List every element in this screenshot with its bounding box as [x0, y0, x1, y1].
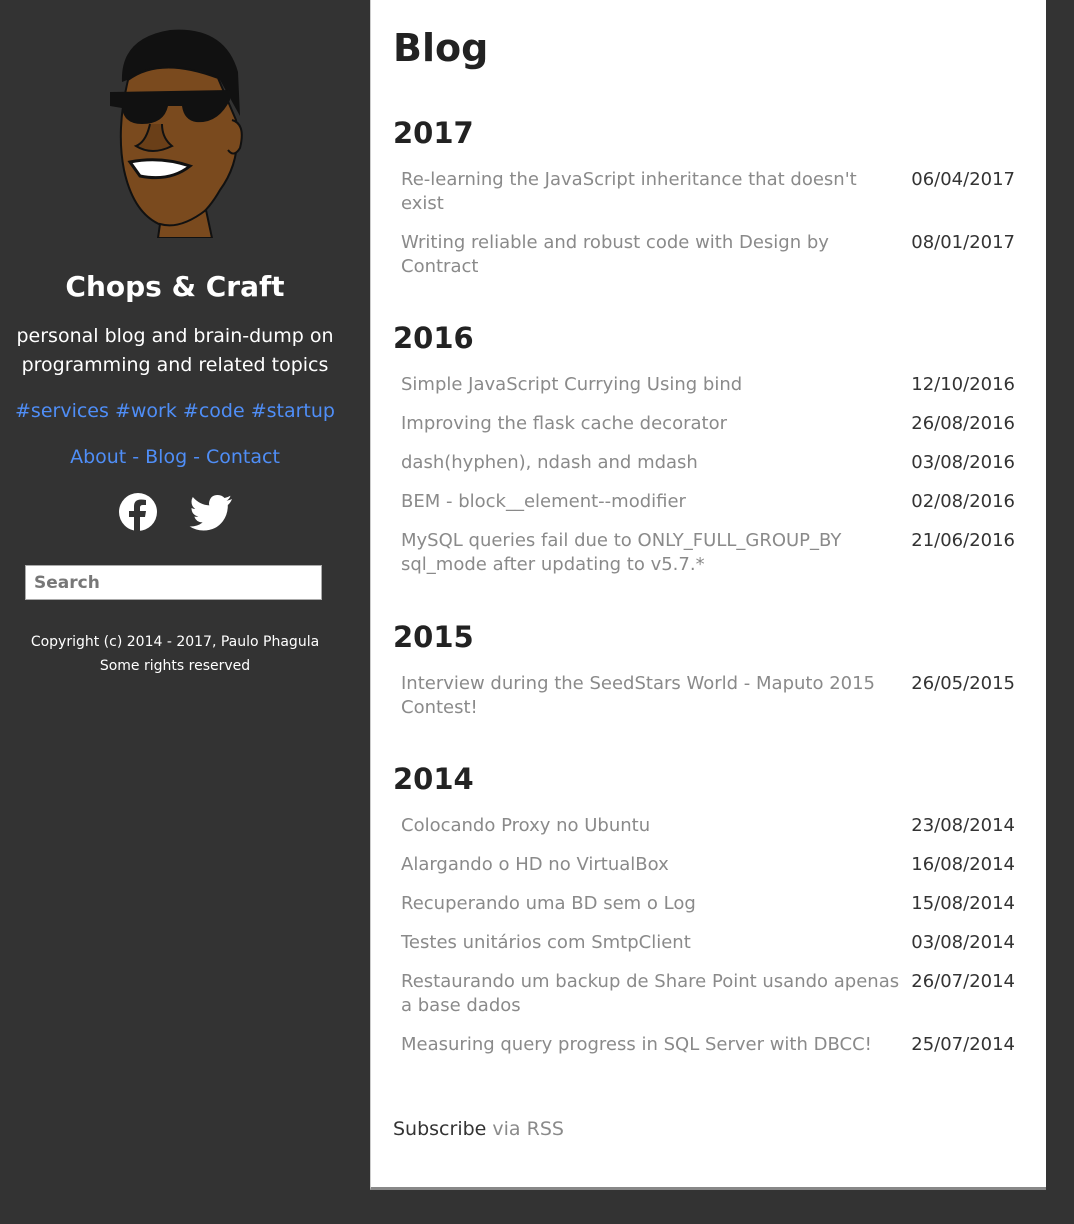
post-row: MySQL queries fail due to ONLY_FULL_GROU…	[393, 529, 1023, 577]
post-title-link[interactable]: Re-learning the JavaScript inheritance t…	[401, 168, 901, 216]
post-title-link[interactable]: dash(hyphen), ndash and mdash	[401, 451, 901, 475]
post-date: 08/01/2017	[911, 232, 1015, 253]
copyright: Copyright (c) 2014 - 2017, Paulo Phagula…	[0, 630, 350, 678]
post-title-link[interactable]: Simple JavaScript Currying Using bind	[401, 373, 901, 397]
post-date: 26/05/2015	[911, 673, 1015, 694]
post-date: 03/08/2016	[911, 452, 1015, 473]
sidebar: Chops & Craft personal blog and brain-du…	[0, 0, 350, 1224]
post-row: Alargando o HD no VirtualBox 16/08/2014	[393, 853, 1023, 877]
post-date: 02/08/2016	[911, 491, 1015, 512]
post-title-link[interactable]: BEM - block__element--modifier	[401, 490, 901, 514]
search-input[interactable]	[25, 565, 322, 600]
post-row: Simple JavaScript Currying Using bind 12…	[393, 373, 1023, 397]
post-row: Testes unitários com SmtpClient 03/08/20…	[393, 931, 1023, 955]
page-title: Blog	[393, 26, 489, 70]
tag-work[interactable]: #work	[115, 400, 177, 422]
post-title-link[interactable]: Alargando o HD no VirtualBox	[401, 853, 901, 877]
nav-blog-link[interactable]: Blog	[145, 446, 187, 468]
post-date: 16/08/2014	[911, 854, 1015, 875]
post-title-link[interactable]: MySQL queries fail due to ONLY_FULL_GROU…	[401, 529, 901, 577]
sidebar-nav: About - Blog - Contact	[0, 446, 350, 468]
year-section-2017: 2017 Re-learning the JavaScript inherita…	[393, 116, 1023, 294]
post-row: Restaurando um backup de Share Point usa…	[393, 970, 1023, 1018]
post-row: dash(hyphen), ndash and mdash 03/08/2016	[393, 451, 1023, 475]
post-row: Recuperando uma BD sem o Log 15/08/2014	[393, 892, 1023, 916]
post-row: Measuring query progress in SQL Server w…	[393, 1033, 1023, 1057]
year-heading: 2017	[393, 116, 474, 150]
site-tagline: personal blog and brain-dump on programm…	[16, 325, 334, 376]
post-title-link[interactable]: Improving the flask cache decorator	[401, 412, 901, 436]
subscribe-label: Subscribe	[393, 1118, 487, 1140]
post-title-link[interactable]: Writing reliable and robust code with De…	[401, 231, 901, 279]
post-title-link[interactable]: Interview during the SeedStars World - M…	[401, 672, 901, 720]
social-links	[0, 492, 350, 534]
year-section-2016: 2016 Simple JavaScript Currying Using bi…	[393, 321, 1023, 592]
post-row: Interview during the SeedStars World - M…	[393, 672, 1023, 720]
tag-code[interactable]: #code	[183, 400, 245, 422]
tag-services[interactable]: #services	[15, 400, 109, 422]
post-title-link[interactable]: Recuperando uma BD sem o Log	[401, 892, 901, 916]
post-date: 03/08/2014	[911, 932, 1015, 953]
post-date: 25/07/2014	[911, 1034, 1015, 1055]
rss-link[interactable]: via RSS	[492, 1118, 564, 1140]
rights-line: Some rights reserved	[99, 658, 251, 674]
post-row: Improving the flask cache decorator 26/0…	[393, 412, 1023, 436]
year-heading: 2014	[393, 762, 474, 796]
copyright-line: Copyright (c) 2014 - 2017, Paulo Phagula	[30, 634, 320, 650]
nav-separator: -	[132, 446, 140, 468]
main-content: Blog 2017 Re-learning the JavaScript inh…	[370, 0, 1046, 1190]
post-title-link[interactable]: Colocando Proxy no Ubuntu	[401, 814, 901, 838]
site-title[interactable]: Chops & Craft	[0, 270, 350, 303]
post-date: 15/08/2014	[911, 893, 1015, 914]
post-date: 26/07/2014	[911, 971, 1015, 992]
twitter-icon[interactable]	[189, 494, 233, 532]
post-date: 06/04/2017	[911, 169, 1015, 190]
year-heading: 2016	[393, 321, 474, 355]
avatar	[110, 29, 243, 238]
post-title-link[interactable]: Measuring query progress in SQL Server w…	[401, 1033, 901, 1057]
post-row: BEM - block__element--modifier 02/08/201…	[393, 490, 1023, 514]
tag-startup[interactable]: #startup	[251, 400, 335, 422]
post-title-link[interactable]: Testes unitários com SmtpClient	[401, 931, 901, 955]
post-row: Re-learning the JavaScript inheritance t…	[393, 168, 1023, 216]
post-date: 26/08/2016	[911, 413, 1015, 434]
facebook-icon[interactable]	[118, 492, 158, 532]
year-section-2014: 2014 Colocando Proxy no Ubuntu 23/08/201…	[393, 762, 1023, 1072]
post-date: 23/08/2014	[911, 815, 1015, 836]
nav-separator: -	[193, 446, 200, 468]
post-date: 12/10/2016	[911, 374, 1015, 395]
post-date: 21/06/2016	[911, 530, 1015, 551]
post-row: Colocando Proxy no Ubuntu 23/08/2014	[393, 814, 1023, 838]
nav-about-link[interactable]: About	[70, 446, 126, 468]
nav-contact-link[interactable]: Contact	[206, 446, 280, 468]
year-section-2015: 2015 Interview during the SeedStars Worl…	[393, 620, 1023, 735]
year-heading: 2015	[393, 620, 474, 654]
subscribe: Subscribe via RSS	[393, 1118, 564, 1140]
tag-links: #services #work #code #startup	[0, 400, 350, 422]
post-row: Writing reliable and robust code with De…	[393, 231, 1023, 279]
post-title-link[interactable]: Restaurando um backup de Share Point usa…	[401, 970, 901, 1018]
